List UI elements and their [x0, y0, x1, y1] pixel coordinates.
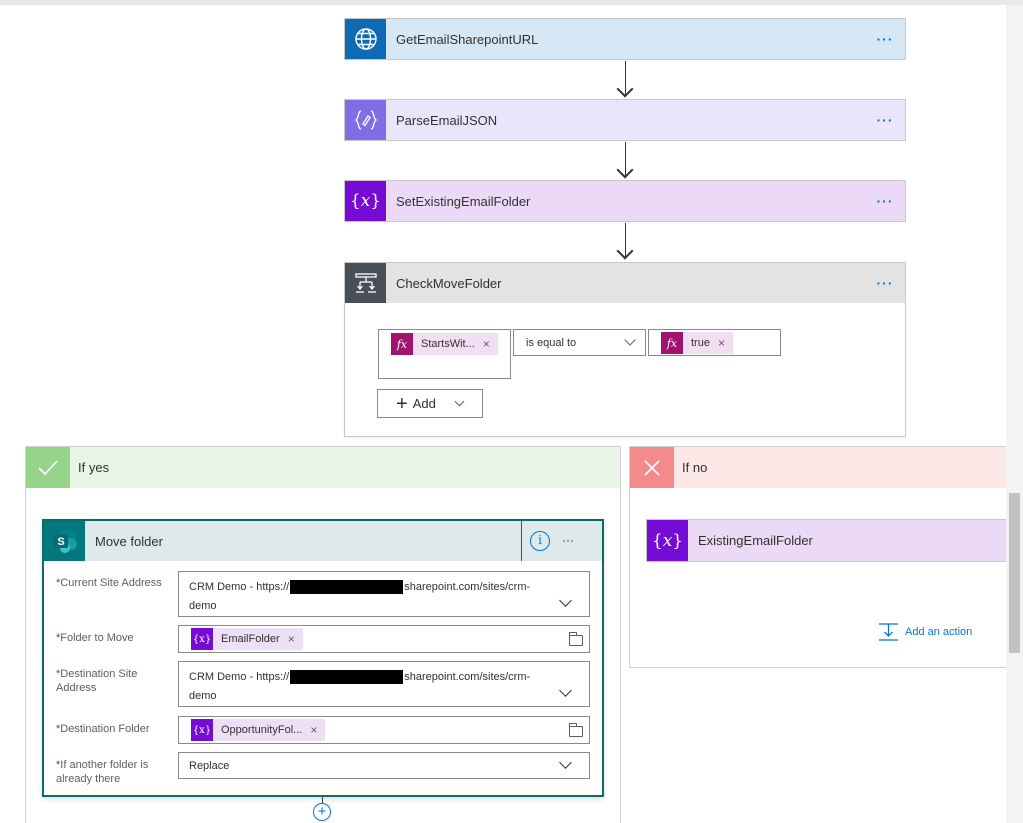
branch-title: If no — [682, 460, 708, 475]
add-label: Add — [412, 396, 436, 411]
folder-to-move-input[interactable]: {x} EmailFolder × — [178, 625, 590, 653]
insert-step-button[interactable]: + — [313, 803, 331, 821]
token-text: true — [691, 337, 710, 349]
field-label-current-site-address: *Current Site Address — [56, 577, 162, 589]
action-card-existing-email-folder[interactable]: {x} ExistingEmailFolder — [646, 519, 1007, 562]
top-bar — [0, 0, 1023, 5]
operator-value: is equal to — [526, 337, 577, 349]
more-options-icon[interactable]: ··· — [865, 275, 905, 291]
chevron-down-icon — [559, 594, 572, 607]
destination-folder-input[interactable]: {x} OpportunityFol... × — [178, 716, 590, 744]
chevron-down-icon — [454, 396, 465, 407]
action-title: SetExistingEmailFolder — [396, 193, 531, 209]
branch-header[interactable]: If yes — [26, 447, 620, 488]
action-card-set-existing-email-folder[interactable]: {x} SetExistingEmailFolder ··· — [344, 180, 906, 222]
plus-icon: + — [396, 392, 408, 415]
connector-arrow — [616, 242, 634, 260]
condition-body: fx StartsWit... × is equal to fx true × … — [344, 303, 906, 437]
remove-token-icon[interactable]: × — [718, 336, 725, 350]
sharepoint-icon: S — [44, 521, 85, 561]
more-options-icon[interactable]: ··· — [562, 533, 574, 547]
checkmark-icon — [26, 447, 70, 488]
action-title: ExistingEmailFolder — [698, 533, 813, 548]
folder-icon[interactable] — [569, 723, 583, 737]
chevron-down-icon — [624, 334, 636, 346]
variable-icon: {x} — [345, 181, 386, 221]
more-options-icon[interactable]: ··· — [865, 31, 905, 47]
action-card-move-folder[interactable]: S Move folder i ··· *Current Site Addres… — [42, 519, 604, 797]
folder-icon[interactable] — [569, 632, 583, 646]
action-card-get-email-sharepoint-url[interactable]: GetEmailSharepointURL ··· — [344, 18, 906, 60]
remove-token-icon[interactable]: × — [483, 337, 490, 351]
field-label-if-another-folder: *If another folder is already there — [56, 759, 149, 785]
expression-token[interactable]: fx StartsWit... × — [391, 333, 498, 355]
redacted-block — [290, 670, 404, 685]
action-card-parse-email-json[interactable]: ParseEmailJSON ··· — [344, 99, 906, 141]
token-text: StartsWit... — [421, 338, 475, 350]
action-title: GetEmailSharepointURL — [396, 31, 539, 47]
condition-left-operand[interactable]: fx StartsWit... × — [378, 329, 511, 379]
variable-icon: {x} — [191, 719, 213, 741]
chevron-down-icon — [559, 684, 572, 697]
condition-operator-select[interactable]: is equal to — [513, 329, 646, 356]
add-an-action-label: Add an action — [905, 626, 973, 638]
condition-icon — [345, 263, 386, 303]
field-label-folder-to-move: *Folder to Move — [56, 632, 134, 644]
add-an-action-button[interactable]: Add an action — [878, 622, 972, 642]
variable-token[interactable]: {x} OpportunityFol... × — [191, 719, 326, 741]
remove-token-icon[interactable]: × — [288, 632, 295, 646]
variable-token[interactable]: {x} EmailFolder × — [191, 628, 303, 650]
add-action-icon — [879, 623, 898, 641]
close-icon — [630, 447, 674, 488]
condition-title: CheckMoveFolder — [396, 275, 502, 291]
field-label-destination-folder: *Destination Folder — [56, 723, 150, 735]
globe-icon — [345, 19, 386, 59]
remove-token-icon[interactable]: × — [310, 723, 317, 737]
branch-title: If yes — [78, 460, 110, 475]
field-label-destination-site-address: *Destination Site Address — [56, 668, 138, 694]
chevron-down-icon — [559, 756, 572, 769]
more-options-icon[interactable]: ··· — [865, 112, 905, 128]
vertical-scrollbar[interactable] — [1006, 5, 1023, 823]
expression-token[interactable]: fx true × — [661, 332, 733, 354]
move-folder-header[interactable]: S Move folder i ··· — [44, 521, 602, 561]
more-options-icon[interactable]: ··· — [865, 193, 905, 209]
svg-text:S: S — [57, 536, 64, 548]
function-icon: fx — [661, 332, 683, 354]
destination-site-address-select[interactable]: CRM Demo - https://sharepoint.com/sites/… — [178, 661, 590, 707]
variable-icon: {x} — [647, 520, 688, 561]
condition-card-check-move-folder[interactable]: CheckMoveFolder ··· — [344, 262, 906, 304]
add-condition-button[interactable]: + Add — [377, 389, 483, 418]
function-icon: fx — [391, 333, 413, 355]
current-site-address-select[interactable]: CRM Demo - https://sharepoint.com/sites/… — [178, 571, 590, 617]
branch-header[interactable]: If no — [630, 447, 1007, 488]
connector-arrow — [616, 80, 634, 98]
flow-designer-canvas: GetEmailSharepointURL ··· ParseEmailJSON… — [0, 0, 1023, 823]
action-title: Move folder — [95, 533, 163, 549]
data-operation-icon — [345, 100, 386, 140]
scrollbar-thumb[interactable] — [1009, 493, 1020, 653]
action-title: ParseEmailJSON — [396, 112, 498, 128]
condition-right-operand[interactable]: fx true × — [648, 329, 781, 356]
if-another-folder-select[interactable]: Replace — [178, 752, 590, 779]
header-separator — [521, 521, 522, 561]
info-icon[interactable]: i — [530, 531, 550, 551]
variable-icon: {x} — [191, 628, 213, 650]
redacted-block — [290, 580, 404, 595]
connector-arrow — [616, 161, 634, 179]
